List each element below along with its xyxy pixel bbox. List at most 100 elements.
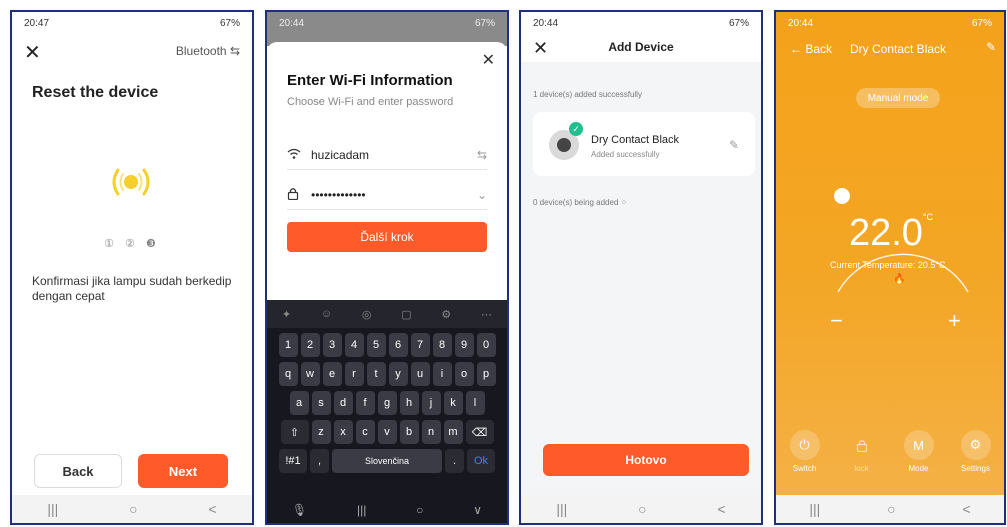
- back-nav-button[interactable]: <: [208, 501, 216, 517]
- gear-icon[interactable]: ⚙: [441, 308, 451, 321]
- comma-key[interactable]: ,: [310, 449, 329, 473]
- back-nav-button[interactable]: <: [717, 501, 725, 517]
- dial-handle: [834, 188, 850, 204]
- key[interactable]: 0: [476, 333, 496, 357]
- mode-control[interactable]: M Mode: [895, 430, 943, 473]
- ok-key[interactable]: Ok: [467, 449, 495, 473]
- next-button[interactable]: Next: [138, 454, 228, 488]
- key[interactable]: k: [443, 391, 463, 415]
- home-button[interactable]: ○: [887, 501, 895, 517]
- hide-keyboard-button[interactable]: ∨: [473, 503, 482, 517]
- done-button[interactable]: Hotovo: [543, 444, 749, 476]
- recents-button[interactable]: |||: [357, 503, 366, 517]
- key[interactable]: 3: [322, 333, 342, 357]
- key[interactable]: o: [454, 362, 474, 386]
- increase-button[interactable]: +: [948, 308, 961, 334]
- recents-button[interactable]: |||: [556, 501, 567, 517]
- home-button[interactable]: ○: [638, 501, 646, 517]
- key[interactable]: x: [333, 420, 353, 444]
- key[interactable]: s: [311, 391, 331, 415]
- password-field[interactable]: ••••••••••••• ⌄: [287, 180, 487, 210]
- recents-button[interactable]: |||: [47, 501, 58, 517]
- lock-icon: [287, 187, 311, 203]
- key[interactable]: z: [311, 420, 331, 444]
- edit-icon[interactable]: ✎: [729, 138, 739, 152]
- lock-control[interactable]: lock: [838, 430, 886, 473]
- control-bar: ⏻ Switch lock M Mode ⚙ Settings: [776, 430, 1004, 473]
- key[interactable]: e: [322, 362, 342, 386]
- more-icon[interactable]: ⋯: [481, 308, 492, 321]
- edit-icon[interactable]: ✎: [986, 40, 996, 54]
- recents-button[interactable]: |||: [809, 501, 820, 517]
- space-key[interactable]: Slovenčina: [332, 449, 442, 473]
- switch-network-icon[interactable]: ⇆: [477, 148, 487, 162]
- key[interactable]: v: [377, 420, 397, 444]
- key[interactable]: c: [355, 420, 375, 444]
- emoji-icon[interactable]: ☺: [321, 308, 332, 320]
- close-icon[interactable]: ✕: [482, 50, 495, 70]
- device-status: Added successfully: [591, 150, 660, 159]
- key[interactable]: r: [344, 362, 364, 386]
- home-button[interactable]: ○: [416, 503, 423, 517]
- status-time: 20:47: [24, 17, 50, 29]
- key[interactable]: j: [421, 391, 441, 415]
- close-icon[interactable]: ✕: [24, 40, 41, 65]
- key[interactable]: w: [300, 362, 320, 386]
- back-button[interactable]: ← Back: [790, 42, 832, 56]
- screen-thermostat: 20:44 67% ← Back Dry Contact Black ✎ Man…: [774, 10, 1006, 525]
- back-nav-button[interactable]: <: [962, 501, 970, 517]
- key[interactable]: g: [377, 391, 397, 415]
- key[interactable]: 6: [388, 333, 408, 357]
- wifi-name-value: huzicadam: [311, 147, 370, 162]
- key[interactable]: 2: [300, 333, 320, 357]
- next-step-button[interactable]: Ďalší krok: [287, 222, 487, 252]
- key[interactable]: 9: [454, 333, 474, 357]
- symbols-key[interactable]: !#1: [279, 449, 307, 473]
- wifi-name-field[interactable]: huzicadam ⇆: [287, 140, 487, 170]
- key[interactable]: f: [355, 391, 375, 415]
- key[interactable]: m: [443, 420, 463, 444]
- status-battery: 67%: [219, 17, 240, 29]
- back-button[interactable]: Back: [34, 454, 122, 488]
- control-label: lock: [854, 464, 869, 473]
- key[interactable]: y: [388, 362, 408, 386]
- home-button[interactable]: ○: [129, 501, 137, 517]
- key[interactable]: 8: [432, 333, 452, 357]
- gif-icon[interactable]: ◎: [362, 308, 372, 321]
- switch-control[interactable]: ⏻ Switch: [781, 430, 829, 473]
- key[interactable]: 1: [278, 333, 298, 357]
- period-key[interactable]: .: [445, 449, 464, 473]
- shift-key[interactable]: ⇧: [280, 420, 309, 444]
- system-nav-bar: 🎙 ||| ○ ∨: [267, 497, 507, 523]
- key[interactable]: q: [278, 362, 298, 386]
- key[interactable]: l: [465, 391, 485, 415]
- control-label: Switch: [792, 464, 817, 473]
- bluetooth-toggle[interactable]: Bluetooth ⇆: [176, 44, 240, 58]
- mic-icon[interactable]: 🎙: [292, 503, 307, 517]
- key[interactable]: b: [399, 420, 419, 444]
- device-name: Dry Contact Black: [591, 134, 680, 146]
- key[interactable]: i: [432, 362, 452, 386]
- clipboard-icon[interactable]: ▢: [401, 308, 411, 321]
- key[interactable]: p: [476, 362, 496, 386]
- step-indicator: ① ② ❸: [104, 238, 160, 250]
- backspace-key[interactable]: ⌫: [465, 420, 494, 444]
- key[interactable]: 4: [344, 333, 364, 357]
- decrease-button[interactable]: −: [830, 308, 843, 334]
- keyboard-row-numbers: 1 2 3 4 5 6 7 8 9 0: [267, 333, 507, 357]
- key[interactable]: a: [289, 391, 309, 415]
- key[interactable]: t: [366, 362, 386, 386]
- sticker-icon[interactable]: ✦: [282, 308, 291, 321]
- key[interactable]: h: [399, 391, 419, 415]
- device-card[interactable]: ✓ Dry Contact Black Added successfully ✎: [533, 112, 755, 176]
- key[interactable]: d: [333, 391, 353, 415]
- keyboard-row-3: ⇧ z x c v b n m ⌫: [267, 420, 507, 444]
- key[interactable]: u: [410, 362, 430, 386]
- key[interactable]: 7: [410, 333, 430, 357]
- key[interactable]: 5: [366, 333, 386, 357]
- key[interactable]: n: [421, 420, 441, 444]
- device-list-area: 1 device(s) added successfully ✓ Dry Con…: [521, 62, 761, 495]
- settings-control[interactable]: ⚙ Settings: [952, 430, 1000, 473]
- arrow-left-icon: ←: [790, 42, 802, 56]
- chevron-down-icon[interactable]: ⌄: [477, 188, 487, 202]
